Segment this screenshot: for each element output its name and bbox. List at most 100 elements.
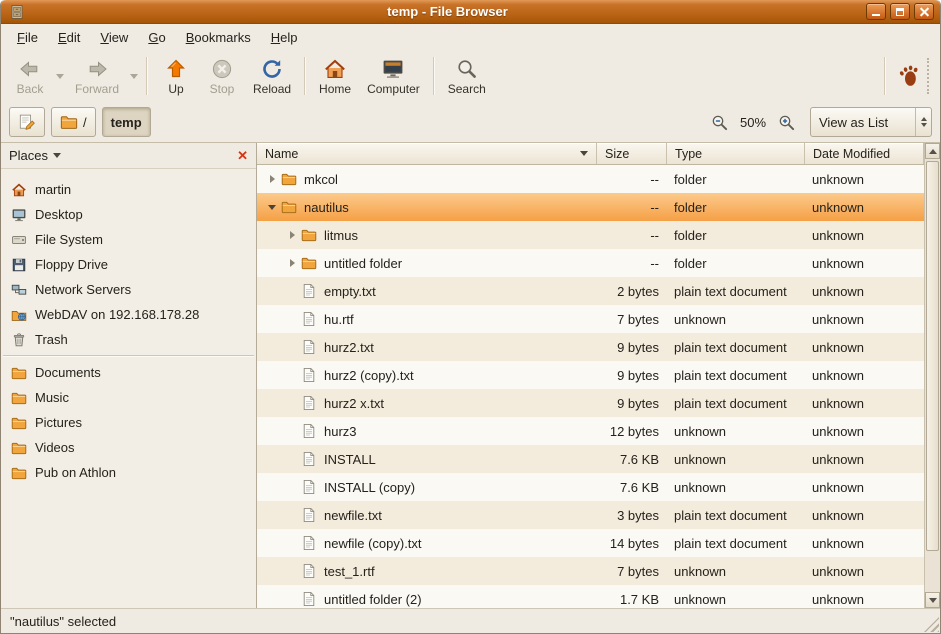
folder-icon: [11, 440, 27, 456]
sidebar-item-videos[interactable]: Videos: [1, 435, 256, 460]
file-row-empty-txt[interactable]: empty.txt2 bytesplain text documentunkno…: [257, 277, 924, 305]
file-name: litmus: [324, 228, 358, 243]
file-size: 7 bytes: [597, 564, 667, 579]
forward-dropdown[interactable]: [127, 53, 141, 99]
up-button[interactable]: Up: [153, 53, 199, 99]
file-name: nautilus: [304, 200, 349, 215]
places-header[interactable]: Places ✕: [1, 143, 256, 169]
path-button-temp[interactable]: temp: [102, 107, 151, 137]
minimize-icon: [872, 14, 880, 16]
edit-location-button[interactable]: [9, 107, 45, 137]
file-row-hurz3[interactable]: hurz312 bytesunknownunknown: [257, 417, 924, 445]
column-header-name[interactable]: Name: [257, 143, 597, 164]
vertical-scrollbar[interactable]: [924, 143, 940, 608]
expander-expanded-icon[interactable]: [263, 205, 281, 210]
menu-view[interactable]: View: [90, 24, 138, 50]
file-size: 9 bytes: [597, 368, 667, 383]
toolbar: BackForwardUpStopReloadHomeComputerSearc…: [1, 50, 940, 102]
file-modified: unknown: [805, 172, 924, 187]
file-row-newfile-copy-txt[interactable]: newfile (copy).txt14 bytesplain text doc…: [257, 529, 924, 557]
sidebar-item-music[interactable]: Music: [1, 385, 256, 410]
file-row-hurz2-txt[interactable]: hurz2.txt9 bytesplain text documentunkno…: [257, 333, 924, 361]
trash-icon: [11, 332, 27, 348]
toolbar-handle[interactable]: [927, 58, 932, 94]
menu-help[interactable]: Help: [261, 24, 308, 50]
file-modified: unknown: [805, 424, 924, 439]
sidebar-item-pictures[interactable]: Pictures: [1, 410, 256, 435]
forward-button: Forward: [67, 53, 127, 99]
reload-button[interactable]: Reload: [245, 53, 299, 99]
file-row-install[interactable]: INSTALL7.6 KBunknownunknown: [257, 445, 924, 473]
menu-bookmarks[interactable]: Bookmarks: [176, 24, 261, 50]
sidebar-item-desktop[interactable]: Desktop: [1, 202, 256, 227]
menu-file[interactable]: File: [7, 24, 48, 50]
menu-edit[interactable]: Edit: [48, 24, 90, 50]
file-row-newfile-txt[interactable]: newfile.txt3 bytesplain text documentunk…: [257, 501, 924, 529]
menu-go[interactable]: Go: [138, 24, 175, 50]
file-row-litmus[interactable]: litmus--folderunknown: [257, 221, 924, 249]
maximize-button[interactable]: [890, 3, 910, 20]
edit-location-icon: [18, 113, 36, 131]
scroll-up-button[interactable]: [925, 143, 940, 159]
resize-grip[interactable]: [924, 617, 939, 632]
home-button[interactable]: Home: [311, 53, 359, 99]
view-mode-select[interactable]: View as List: [810, 107, 932, 137]
folder-icon: [11, 465, 27, 481]
places-caret-icon: [53, 153, 61, 158]
file-row-untitled-folder-2[interactable]: untitled folder (2)1.7 KBunknownunknown: [257, 585, 924, 608]
sidebar-item-floppy-drive[interactable]: Floppy Drive: [1, 252, 256, 277]
sidebar-item-network-servers[interactable]: Network Servers: [1, 277, 256, 302]
gnome-logo-icon[interactable]: [897, 64, 921, 88]
sidebar-item-pub-on-athlon[interactable]: Pub on Athlon: [1, 460, 256, 485]
file-icon: [301, 311, 317, 327]
file-row-install-copy[interactable]: INSTALL (copy)7.6 KBunknownunknown: [257, 473, 924, 501]
close-button[interactable]: [914, 3, 934, 20]
scrollbar-track[interactable]: [925, 159, 940, 592]
file-modified: unknown: [805, 368, 924, 383]
close-sidebar-button[interactable]: ✕: [237, 149, 248, 162]
title-bar[interactable]: temp - File Browser: [1, 0, 940, 24]
sidebar-item-martin[interactable]: martin: [1, 177, 256, 202]
path-button-root[interactable]: /: [51, 107, 96, 137]
toolbar-separator: [146, 57, 148, 95]
file-row-mkcol[interactable]: mkcol--folderunknown: [257, 165, 924, 193]
places-sidebar: Places ✕ martinDesktopFile SystemFloppy …: [1, 143, 257, 608]
zoom-in-button[interactable]: [778, 114, 795, 131]
column-header-date-modified[interactable]: Date Modified: [805, 143, 924, 164]
file-row-hu-rtf[interactable]: hu.rtf7 bytesunknownunknown: [257, 305, 924, 333]
file-type: plain text document: [667, 284, 805, 299]
file-row-hurz2-copy-txt[interactable]: hurz2 (copy).txt9 bytesplain text docume…: [257, 361, 924, 389]
file-row-nautilus[interactable]: nautilus--folderunknown: [257, 193, 924, 221]
zoom-out-button[interactable]: [711, 114, 728, 131]
file-size: 1.7 KB: [597, 592, 667, 607]
sidebar-item-webdav-on-192-168-178-28[interactable]: WebDAV on 192.168.178.28: [1, 302, 256, 327]
search-button[interactable]: Search: [440, 53, 494, 99]
file-type: plain text document: [667, 396, 805, 411]
back-dropdown[interactable]: [53, 53, 67, 99]
computer-button[interactable]: Computer: [359, 53, 428, 99]
maximize-icon: [896, 8, 904, 16]
computer-icon: [381, 57, 405, 81]
file-modified: unknown: [805, 480, 924, 495]
column-header-type[interactable]: Type: [667, 143, 805, 164]
scrollbar-thumb[interactable]: [926, 161, 939, 551]
expander-collapsed-icon[interactable]: [263, 175, 281, 183]
view-mode-label: View as List: [811, 115, 915, 130]
sidebar-separator: [3, 355, 254, 357]
file-icon: [301, 339, 317, 355]
file-row-hurz2-x-txt[interactable]: hurz2 x.txt9 bytesplain text documentunk…: [257, 389, 924, 417]
sidebar-item-trash[interactable]: Trash: [1, 327, 256, 352]
sidebar-item-documents[interactable]: Documents: [1, 360, 256, 385]
file-type: plain text document: [667, 508, 805, 523]
minimize-button[interactable]: [866, 3, 886, 20]
file-row-untitled-folder[interactable]: untitled folder--folderunknown: [257, 249, 924, 277]
file-icon: [301, 563, 317, 579]
file-size: 7.6 KB: [597, 452, 667, 467]
sidebar-item-file-system[interactable]: File System: [1, 227, 256, 252]
expander-collapsed-icon[interactable]: [283, 231, 301, 239]
scroll-down-button[interactable]: [925, 592, 940, 608]
location-bar: / temp 50% View as List: [1, 102, 940, 143]
file-row-test-1-rtf[interactable]: test_1.rtf7 bytesunknownunknown: [257, 557, 924, 585]
column-header-size[interactable]: Size: [597, 143, 667, 164]
expander-collapsed-icon[interactable]: [283, 259, 301, 267]
